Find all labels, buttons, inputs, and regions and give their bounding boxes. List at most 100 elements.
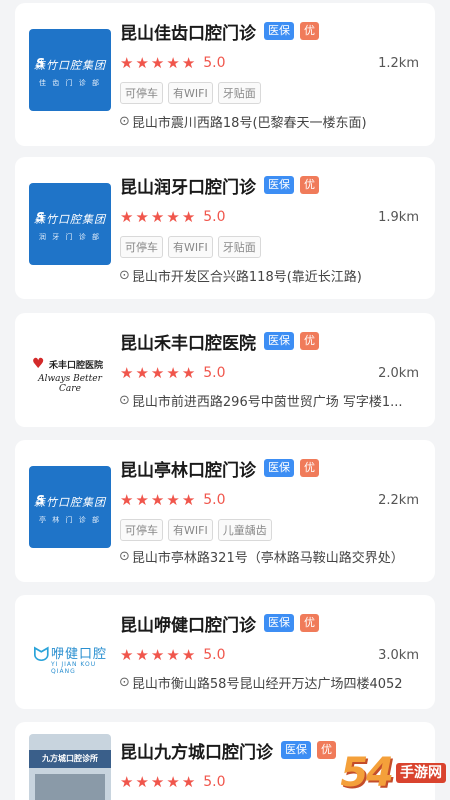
location-pin-icon: ⊙	[119, 113, 130, 129]
clinic-logo: S 森竹口腔集团 佳 齿 门 诊 部	[29, 29, 111, 111]
star-icon: ★	[166, 772, 180, 791]
star-icon: ★	[166, 363, 180, 382]
rating-score: 5.0	[203, 647, 226, 663]
site-watermark: 54 手游网	[340, 750, 446, 796]
distance: 2.0km	[378, 365, 419, 381]
premium-badge: 优	[300, 176, 319, 194]
feature-tag: 牙贴面	[217, 82, 261, 104]
clinic-address: ⊙ 昆山市震川西路18号(巴黎春天一楼东面)	[119, 113, 367, 131]
premium-badge: 优	[300, 614, 319, 632]
rating-stars: ★ ★ ★ ★ ★	[120, 490, 197, 509]
clinic-address: ⊙ 昆山市衡山路58号昆山经开万达广场四楼4052	[119, 674, 403, 692]
star-icon: ★	[135, 363, 149, 382]
distance: 1.9km	[378, 209, 419, 225]
insurance-badge: 医保	[281, 741, 311, 759]
rating-stars: ★ ★ ★ ★ ★	[120, 772, 197, 791]
location-pin-icon: ⊙	[119, 267, 130, 283]
heart-logo-icon: ♥	[32, 356, 45, 372]
clinic-logo: S 森竹口腔集团 润 牙 门 诊 部	[29, 183, 111, 265]
star-icon: ★	[166, 207, 180, 226]
star-icon: ★	[120, 363, 134, 382]
clinic-logo: ᗢ 咿健口腔 YI JIAN KOU QIANG	[29, 611, 111, 693]
star-icon: ★	[150, 645, 165, 664]
premium-badge: 优	[300, 22, 319, 40]
feature-tags: 可停车 有WIFI 牙贴面	[120, 236, 266, 258]
star-icon: ★	[120, 53, 134, 72]
rating-score: 5.0	[203, 209, 226, 225]
rating-row: ★ ★ ★ ★ ★ 5.0 2.2km	[120, 489, 419, 511]
insurance-badge: 医保	[264, 332, 294, 350]
storefront-photo	[35, 774, 105, 800]
rating-stars: ★ ★ ★ ★ ★	[120, 207, 197, 226]
distance: 1.2km	[378, 55, 419, 71]
star-icon: ★	[181, 490, 196, 509]
watermark-text: 手游网	[396, 762, 446, 784]
premium-badge: 优	[300, 459, 319, 477]
star-icon: ★	[166, 645, 180, 664]
clinic-name[interactable]: 昆山佳齿口腔门诊	[120, 19, 256, 44]
star-icon: ★	[120, 645, 134, 664]
insurance-badge: 医保	[264, 614, 294, 632]
star-icon: ★	[181, 363, 196, 382]
feature-tags: 可停车 有WIFI 牙贴面	[120, 82, 266, 104]
clinic-name[interactable]: 昆山咿健口腔门诊	[120, 611, 256, 636]
clinic-card[interactable]: ᗢ 咿健口腔 YI JIAN KOU QIANG 昆山咿健口腔门诊 医保 优 ★…	[15, 595, 435, 709]
location-pin-icon: ⊙	[119, 392, 130, 408]
feature-tag: 可停车	[120, 519, 163, 541]
rating-row: ★ ★ ★ ★ ★ 5.0 2.0km	[120, 362, 419, 384]
star-icon: ★	[181, 207, 196, 226]
clinic-card[interactable]: S 森竹口腔集团 佳 齿 门 诊 部 昆山佳齿口腔门诊 医保 优 ★ ★ ★ ★ ★ 5…	[15, 3, 435, 146]
clinic-name[interactable]: 昆山润牙口腔门诊	[120, 173, 256, 198]
star-icon: ★	[181, 53, 196, 72]
feature-tag: 有WIFI	[168, 519, 213, 541]
star-icon: ★	[166, 490, 180, 509]
rating-stars: ★ ★ ★ ★ ★	[120, 363, 197, 382]
distance: 2.2km	[378, 492, 419, 508]
clinic-name[interactable]: 昆山九方城口腔门诊	[120, 738, 273, 763]
clinic-address: ⊙ 昆山市前进西路296号中茵世贸广场 写字楼1...	[119, 392, 403, 410]
rating-score: 5.0	[203, 492, 226, 508]
star-icon: ★	[120, 490, 134, 509]
star-icon: ★	[120, 207, 134, 226]
feature-tag: 可停车	[120, 236, 163, 258]
clinic-logo: ♥ 禾丰口腔医院 Always Better Care	[29, 329, 111, 411]
star-icon: ★	[150, 363, 165, 382]
insurance-badge: 医保	[264, 22, 294, 40]
star-icon: ★	[135, 645, 149, 664]
rating-score: 5.0	[203, 774, 226, 790]
premium-badge: 优	[300, 332, 319, 350]
star-icon: ★	[150, 207, 165, 226]
insurance-badge: 医保	[264, 176, 294, 194]
star-icon: ★	[120, 772, 134, 791]
rating-row: ★ ★ ★ ★ ★ 5.0 3.0km	[120, 644, 419, 666]
star-icon: ★	[135, 490, 149, 509]
star-icon: ★	[181, 772, 196, 791]
star-icon: ★	[135, 53, 149, 72]
rating-row: ★ ★ ★ ★ ★ 5.0 1.9km	[120, 206, 419, 228]
rating-score: 5.0	[203, 55, 226, 71]
rating-row: ★ ★ ★ ★ ★ 5.0 1.2km	[120, 52, 419, 74]
rating-stars: ★ ★ ★ ★ ★	[120, 53, 197, 72]
clinic-address: ⊙ 昆山市开发区合兴路118号(靠近长江路)	[119, 267, 362, 285]
distance: 3.0km	[378, 647, 419, 663]
star-icon: ★	[135, 772, 149, 791]
feature-tag: 可停车	[120, 82, 163, 104]
star-icon: ★	[166, 53, 180, 72]
premium-badge: 优	[317, 741, 336, 759]
location-pin-icon: ⊙	[119, 674, 130, 690]
rating-score: 5.0	[203, 365, 226, 381]
clinic-card[interactable]: ♥ 禾丰口腔医院 Always Better Care 昆山禾丰口腔医院 医保 …	[15, 313, 435, 427]
feature-tag: 儿童龋齿	[217, 519, 272, 541]
clinic-logo: 九方城口腔诊所	[29, 734, 111, 800]
clinic-address: ⊙ 昆山市亭林路321号（亭林路马鞍山路交界处）	[119, 548, 404, 566]
clinic-name[interactable]: 昆山亭林口腔门诊	[120, 456, 256, 481]
star-icon: ★	[150, 772, 165, 791]
feature-tags: 可停车 有WIFI 儿童龋齿	[120, 519, 277, 541]
feature-tag: 有WIFI	[168, 236, 213, 258]
clinic-name[interactable]: 昆山禾丰口腔医院	[120, 329, 256, 354]
clinic-card[interactable]: S 森竹口腔集团 亭 林 门 诊 部 昆山亭林口腔门诊 医保 优 ★ ★ ★ ★ ★ 5…	[15, 440, 435, 582]
clinic-card[interactable]: S 森竹口腔集团 润 牙 门 诊 部 昆山润牙口腔门诊 医保 优 ★ ★ ★ ★ ★ 5…	[15, 157, 435, 299]
tooth-logo-icon: ᗢ	[33, 642, 50, 666]
star-icon: ★	[181, 645, 196, 664]
star-icon: ★	[135, 207, 149, 226]
